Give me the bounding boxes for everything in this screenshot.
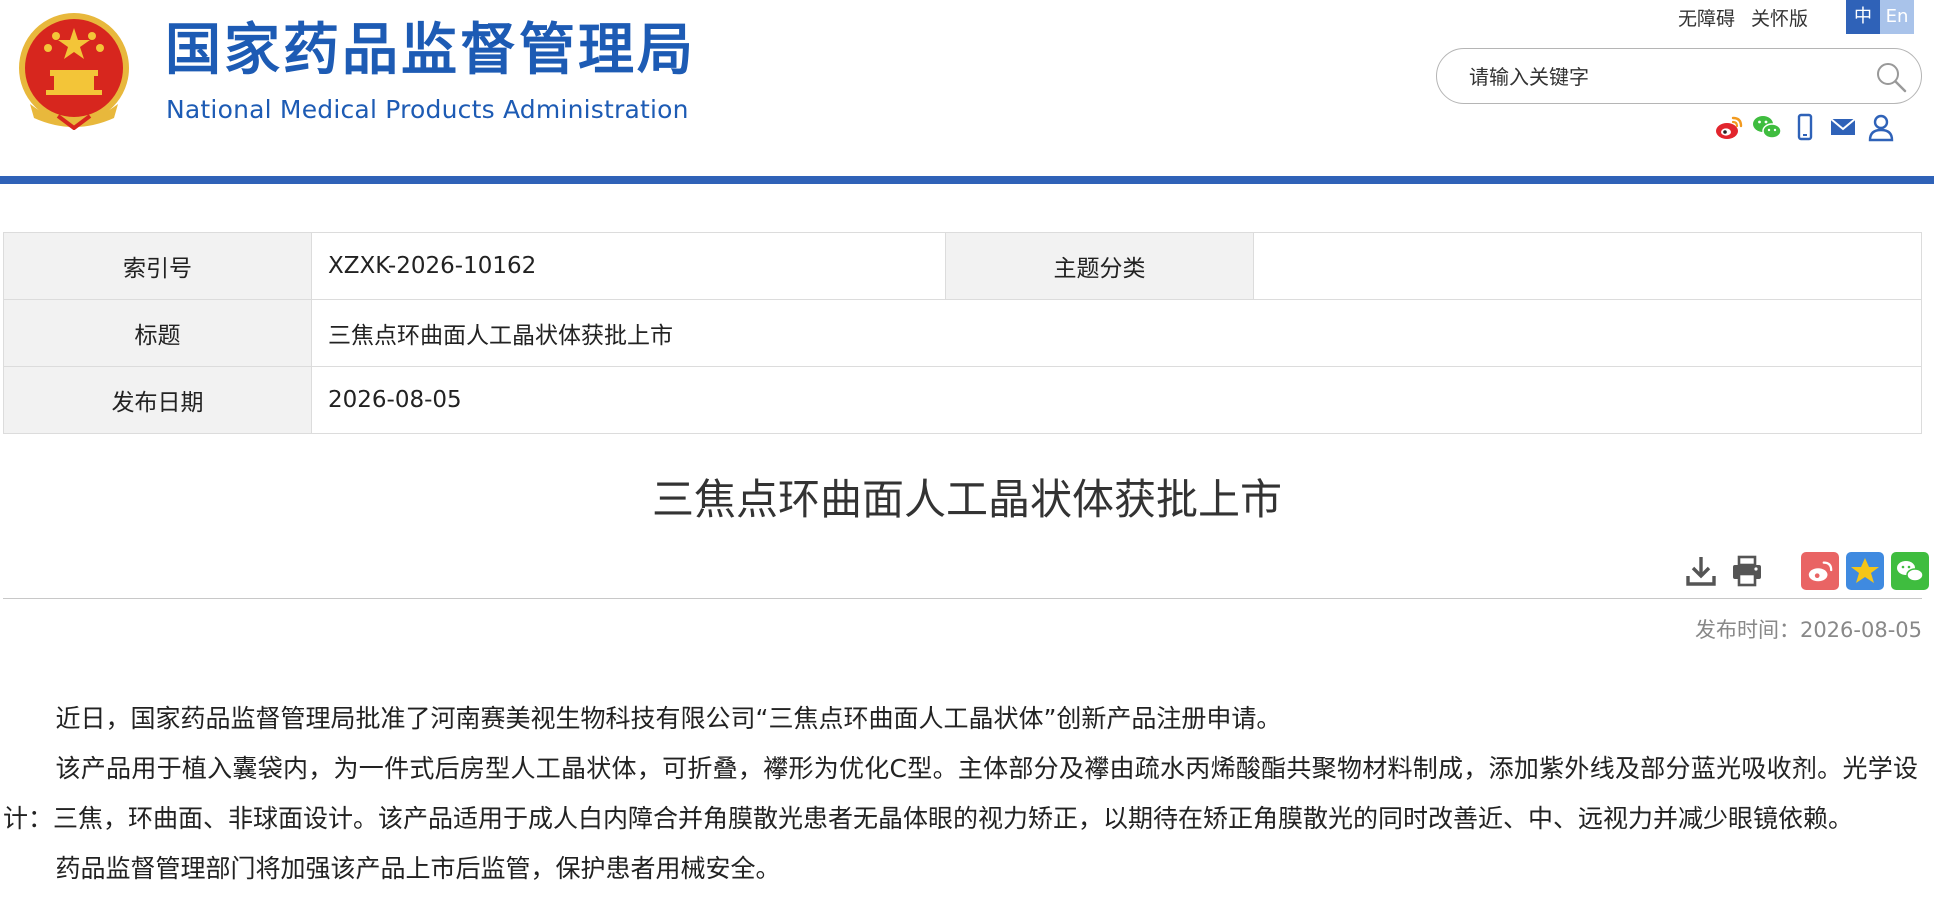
search-input[interactable] (1467, 61, 1851, 93)
user-icon[interactable] (1866, 112, 1896, 142)
title-label: 标题 (3, 299, 312, 367)
article-body: 近日，国家药品监督管理局批准了河南赛美视生物科技有限公司“三焦点环曲面人工晶状体… (3, 694, 1918, 894)
publish-date-label: 发布日期 (3, 366, 312, 434)
search-icon[interactable] (1875, 61, 1907, 93)
elderly-care-mode-link[interactable]: 关怀版 (1751, 8, 1808, 30)
site-title-english[interactable]: National Medical Products Administration (166, 95, 689, 125)
wechat-share-icon (1897, 561, 1924, 582)
weibo-share-button[interactable] (1801, 552, 1839, 590)
title-value: 三焦点环曲面人工晶状体获批上市 (311, 299, 1922, 367)
weibo-share-icon (1808, 561, 1833, 582)
lang-chinese-button[interactable]: 中 (1846, 0, 1880, 34)
favorite-button[interactable] (1846, 552, 1884, 590)
title-divider (3, 598, 1922, 599)
topic-category-value (1253, 232, 1922, 300)
lang-english-button[interactable]: En (1880, 0, 1914, 34)
national-emblem-icon[interactable] (18, 12, 130, 130)
social-links (1714, 112, 1904, 142)
publish-date-value: 2026-08-05 (311, 366, 1922, 434)
article-toolbar (1684, 552, 1929, 590)
table-row: 发布日期 2026-08-05 (3, 366, 1922, 434)
mobile-icon[interactable] (1790, 112, 1820, 142)
article-paragraph: 药品监督管理部门将加强该产品上市后监管，保护患者用械安全。 (55, 854, 781, 883)
article-paragraph: 该产品用于植入囊袋内，为一件式后房型人工晶状体，可折叠，襻形为优化C型。主体部分… (3, 754, 1918, 833)
favorite-star-icon (1851, 558, 1879, 583)
weibo-icon[interactable] (1714, 112, 1744, 142)
document-metadata-table: 索引号 XZXK-2026-10162 主题分类 标题 三焦点环曲面人工晶状体获… (3, 232, 1922, 434)
search-box (1436, 48, 1922, 104)
top-links: 无障碍 关怀版 (1678, 4, 1824, 31)
index-number-value: XZXK-2026-10162 (311, 232, 946, 300)
mail-icon[interactable] (1828, 112, 1858, 142)
article-title: 三焦点环曲面人工晶状体获批上市 (651, 475, 1282, 524)
topic-category-label: 主题分类 (945, 232, 1254, 300)
wechat-icon[interactable] (1752, 112, 1782, 142)
table-row: 索引号 XZXK-2026-10162 主题分类 (3, 232, 1922, 300)
print-icon[interactable] (1730, 554, 1764, 588)
index-number-label: 索引号 (3, 232, 312, 300)
header-accent-bar (0, 176, 1934, 184)
site-title-chinese[interactable]: 国家药品监督管理局 (165, 18, 696, 84)
site-header: 国家药品监督管理局 National Medical Products Admi… (0, 0, 1934, 176)
wechat-share-button[interactable] (1891, 552, 1929, 590)
accessibility-link[interactable]: 无障碍 (1678, 8, 1735, 30)
download-icon[interactable] (1684, 554, 1718, 588)
article-paragraph: 近日，国家药品监督管理局批准了河南赛美视生物科技有限公司“三焦点环曲面人工晶状体… (55, 704, 1282, 733)
publish-time: 发布时间：2026-08-05 (1694, 618, 1922, 642)
language-switcher: 中 En (1846, 0, 1914, 34)
table-row: 标题 三焦点环曲面人工晶状体获批上市 (3, 299, 1922, 367)
